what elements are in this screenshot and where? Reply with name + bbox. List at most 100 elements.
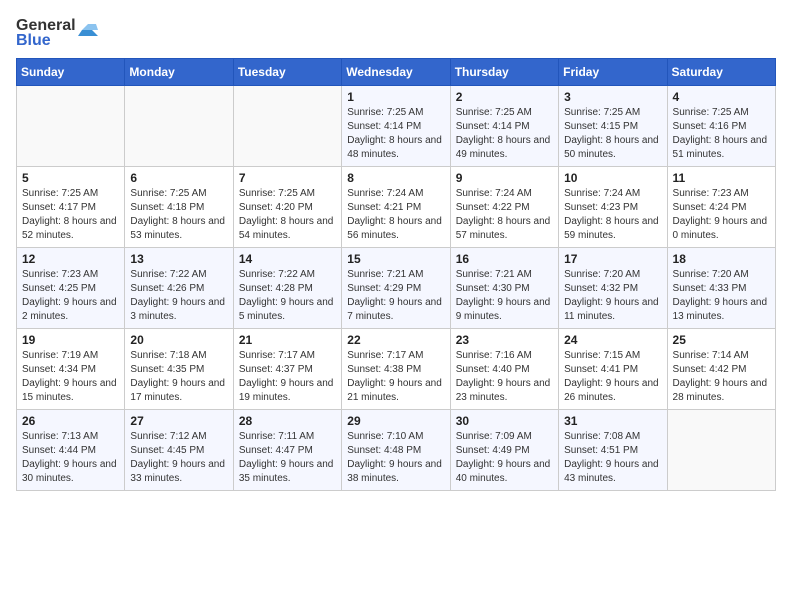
day-info: Sunrise: 7:19 AMSunset: 4:34 PMDaylight:… <box>22 350 117 403</box>
day-info: Sunrise: 7:25 AMSunset: 4:17 PMDaylight:… <box>22 188 117 241</box>
day-number: 19 <box>22 333 119 347</box>
logo-wave-icon <box>78 16 98 36</box>
calendar-cell <box>667 410 775 491</box>
day-info: Sunrise: 7:12 AMSunset: 4:45 PMDaylight:… <box>130 431 225 484</box>
calendar-cell: 20 Sunrise: 7:18 AMSunset: 4:35 PMDaylig… <box>125 329 233 410</box>
day-number: 15 <box>347 252 444 266</box>
calendar-cell: 26 Sunrise: 7:13 AMSunset: 4:44 PMDaylig… <box>17 410 125 491</box>
day-number: 20 <box>130 333 227 347</box>
calendar-cell: 13 Sunrise: 7:22 AMSunset: 4:26 PMDaylig… <box>125 248 233 329</box>
weekday-header-sunday: Sunday <box>17 59 125 86</box>
calendar-week-row: 5 Sunrise: 7:25 AMSunset: 4:17 PMDayligh… <box>17 167 776 248</box>
calendar-cell: 5 Sunrise: 7:25 AMSunset: 4:17 PMDayligh… <box>17 167 125 248</box>
day-info: Sunrise: 7:24 AMSunset: 4:23 PMDaylight:… <box>564 188 659 241</box>
day-info: Sunrise: 7:22 AMSunset: 4:28 PMDaylight:… <box>239 269 334 322</box>
day-info: Sunrise: 7:15 AMSunset: 4:41 PMDaylight:… <box>564 350 659 403</box>
calendar-cell: 6 Sunrise: 7:25 AMSunset: 4:18 PMDayligh… <box>125 167 233 248</box>
day-number: 8 <box>347 171 444 185</box>
calendar-cell: 30 Sunrise: 7:09 AMSunset: 4:49 PMDaylig… <box>450 410 558 491</box>
calendar-cell: 21 Sunrise: 7:17 AMSunset: 4:37 PMDaylig… <box>233 329 341 410</box>
day-info: Sunrise: 7:09 AMSunset: 4:49 PMDaylight:… <box>456 431 551 484</box>
day-number: 6 <box>130 171 227 185</box>
day-info: Sunrise: 7:22 AMSunset: 4:26 PMDaylight:… <box>130 269 225 322</box>
day-number: 21 <box>239 333 336 347</box>
day-info: Sunrise: 7:24 AMSunset: 4:22 PMDaylight:… <box>456 188 551 241</box>
day-info: Sunrise: 7:11 AMSunset: 4:47 PMDaylight:… <box>239 431 334 484</box>
weekday-header-wednesday: Wednesday <box>342 59 450 86</box>
day-number: 11 <box>673 171 770 185</box>
logo: General Blue <box>16 16 98 50</box>
calendar-cell: 14 Sunrise: 7:22 AMSunset: 4:28 PMDaylig… <box>233 248 341 329</box>
weekday-header-monday: Monday <box>125 59 233 86</box>
day-number: 30 <box>456 414 553 428</box>
day-number: 14 <box>239 252 336 266</box>
day-info: Sunrise: 7:17 AMSunset: 4:38 PMDaylight:… <box>347 350 442 403</box>
day-info: Sunrise: 7:13 AMSunset: 4:44 PMDaylight:… <box>22 431 117 484</box>
calendar-cell: 1 Sunrise: 7:25 AMSunset: 4:14 PMDayligh… <box>342 86 450 167</box>
calendar-cell: 11 Sunrise: 7:23 AMSunset: 4:24 PMDaylig… <box>667 167 775 248</box>
day-number: 2 <box>456 90 553 104</box>
calendar-cell: 25 Sunrise: 7:14 AMSunset: 4:42 PMDaylig… <box>667 329 775 410</box>
day-number: 31 <box>564 414 661 428</box>
day-number: 29 <box>347 414 444 428</box>
calendar-cell <box>125 86 233 167</box>
calendar-cell: 23 Sunrise: 7:16 AMSunset: 4:40 PMDaylig… <box>450 329 558 410</box>
weekday-header-tuesday: Tuesday <box>233 59 341 86</box>
calendar-cell: 10 Sunrise: 7:24 AMSunset: 4:23 PMDaylig… <box>559 167 667 248</box>
day-info: Sunrise: 7:21 AMSunset: 4:29 PMDaylight:… <box>347 269 442 322</box>
day-number: 25 <box>673 333 770 347</box>
weekday-header-thursday: Thursday <box>450 59 558 86</box>
weekday-header-row: SundayMondayTuesdayWednesdayThursdayFrid… <box>17 59 776 86</box>
day-info: Sunrise: 7:25 AMSunset: 4:14 PMDaylight:… <box>456 107 551 160</box>
day-number: 24 <box>564 333 661 347</box>
day-info: Sunrise: 7:18 AMSunset: 4:35 PMDaylight:… <box>130 350 225 403</box>
calendar-cell: 24 Sunrise: 7:15 AMSunset: 4:41 PMDaylig… <box>559 329 667 410</box>
day-info: Sunrise: 7:20 AMSunset: 4:32 PMDaylight:… <box>564 269 659 322</box>
calendar-cell: 17 Sunrise: 7:20 AMSunset: 4:32 PMDaylig… <box>559 248 667 329</box>
day-number: 1 <box>347 90 444 104</box>
day-info: Sunrise: 7:14 AMSunset: 4:42 PMDaylight:… <box>673 350 768 403</box>
day-info: Sunrise: 7:16 AMSunset: 4:40 PMDaylight:… <box>456 350 551 403</box>
day-info: Sunrise: 7:21 AMSunset: 4:30 PMDaylight:… <box>456 269 551 322</box>
day-info: Sunrise: 7:20 AMSunset: 4:33 PMDaylight:… <box>673 269 768 322</box>
day-number: 28 <box>239 414 336 428</box>
calendar-cell: 8 Sunrise: 7:24 AMSunset: 4:21 PMDayligh… <box>342 167 450 248</box>
day-number: 10 <box>564 171 661 185</box>
calendar-cell: 4 Sunrise: 7:25 AMSunset: 4:16 PMDayligh… <box>667 86 775 167</box>
day-number: 9 <box>456 171 553 185</box>
calendar-cell: 7 Sunrise: 7:25 AMSunset: 4:20 PMDayligh… <box>233 167 341 248</box>
logo-blue-text: Blue <box>16 32 51 50</box>
calendar-cell: 9 Sunrise: 7:24 AMSunset: 4:22 PMDayligh… <box>450 167 558 248</box>
day-info: Sunrise: 7:17 AMSunset: 4:37 PMDaylight:… <box>239 350 334 403</box>
day-number: 13 <box>130 252 227 266</box>
day-number: 23 <box>456 333 553 347</box>
calendar-cell: 27 Sunrise: 7:12 AMSunset: 4:45 PMDaylig… <box>125 410 233 491</box>
day-number: 18 <box>673 252 770 266</box>
calendar-cell: 29 Sunrise: 7:10 AMSunset: 4:48 PMDaylig… <box>342 410 450 491</box>
day-info: Sunrise: 7:25 AMSunset: 4:15 PMDaylight:… <box>564 107 659 160</box>
day-number: 3 <box>564 90 661 104</box>
day-number: 27 <box>130 414 227 428</box>
day-number: 26 <box>22 414 119 428</box>
calendar-cell: 16 Sunrise: 7:21 AMSunset: 4:30 PMDaylig… <box>450 248 558 329</box>
day-number: 17 <box>564 252 661 266</box>
calendar-cell: 12 Sunrise: 7:23 AMSunset: 4:25 PMDaylig… <box>17 248 125 329</box>
calendar-week-row: 12 Sunrise: 7:23 AMSunset: 4:25 PMDaylig… <box>17 248 776 329</box>
logo-container: General Blue <box>16 16 98 50</box>
calendar-cell: 18 Sunrise: 7:20 AMSunset: 4:33 PMDaylig… <box>667 248 775 329</box>
day-info: Sunrise: 7:25 AMSunset: 4:16 PMDaylight:… <box>673 107 768 160</box>
calendar-cell: 3 Sunrise: 7:25 AMSunset: 4:15 PMDayligh… <box>559 86 667 167</box>
day-number: 5 <box>22 171 119 185</box>
calendar-cell: 19 Sunrise: 7:19 AMSunset: 4:34 PMDaylig… <box>17 329 125 410</box>
day-info: Sunrise: 7:25 AMSunset: 4:18 PMDaylight:… <box>130 188 225 241</box>
day-number: 4 <box>673 90 770 104</box>
day-info: Sunrise: 7:25 AMSunset: 4:20 PMDaylight:… <box>239 188 334 241</box>
weekday-header-friday: Friday <box>559 59 667 86</box>
day-number: 7 <box>239 171 336 185</box>
day-info: Sunrise: 7:23 AMSunset: 4:24 PMDaylight:… <box>673 188 768 241</box>
calendar-cell: 22 Sunrise: 7:17 AMSunset: 4:38 PMDaylig… <box>342 329 450 410</box>
day-info: Sunrise: 7:08 AMSunset: 4:51 PMDaylight:… <box>564 431 659 484</box>
day-info: Sunrise: 7:25 AMSunset: 4:14 PMDaylight:… <box>347 107 442 160</box>
calendar-cell: 15 Sunrise: 7:21 AMSunset: 4:29 PMDaylig… <box>342 248 450 329</box>
calendar-cell: 31 Sunrise: 7:08 AMSunset: 4:51 PMDaylig… <box>559 410 667 491</box>
